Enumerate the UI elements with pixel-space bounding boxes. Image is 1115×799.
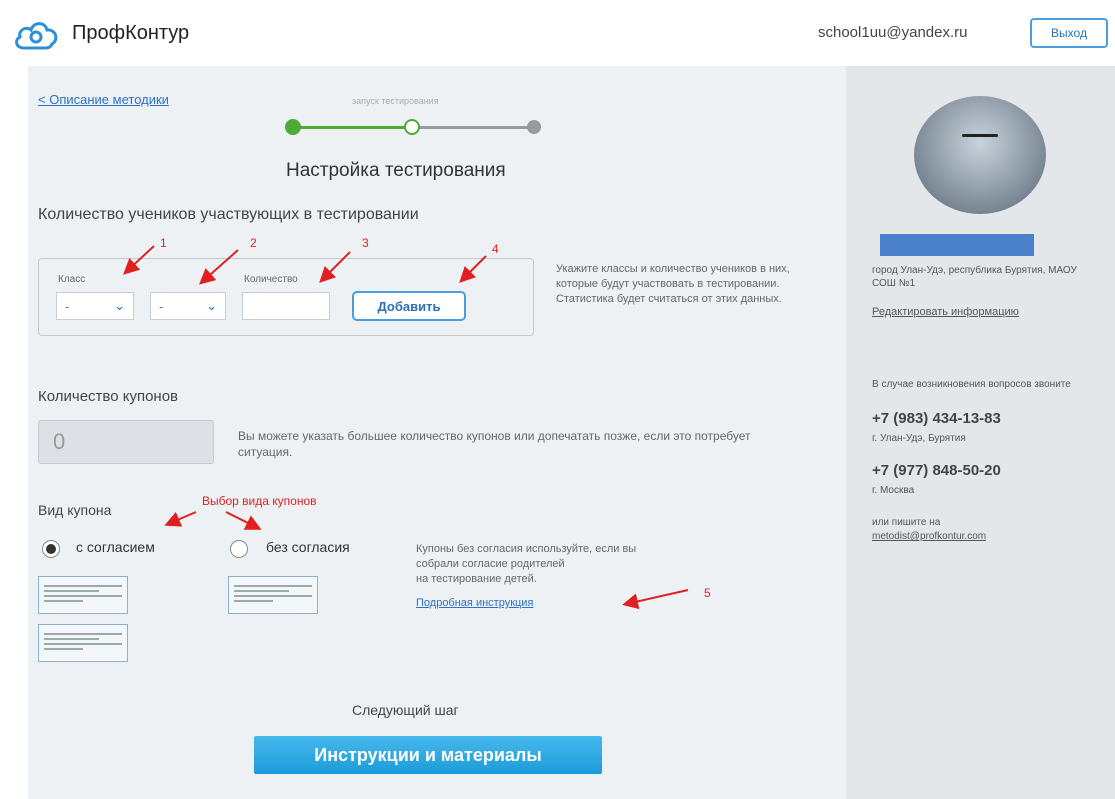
chevron-down-icon: ⌄ [114,298,125,313]
back-link[interactable]: < Описание методики [38,92,169,107]
user-email: school1uu@yandex.ru [818,24,968,41]
students-hint: Укажите классы и количество учеников в н… [556,263,790,305]
class-label: Класс [58,274,86,285]
quantity-input[interactable] [242,292,330,320]
annotation-number-3: 3 [362,236,369,250]
option-without-consent-label: без согласия [266,539,350,555]
next-step-button[interactable]: Инструкции и материалы [254,736,602,774]
phone-2: +7 (977) 848-50-20 [872,462,1001,479]
coupons-hint: Вы можете указать большее количество куп… [238,429,751,459]
phone-1-city: г. Улан-Удэ, Бурятия [872,433,966,444]
quantity-label: Количество [244,274,298,285]
consent-hint-line: на тестирование детей. [416,573,537,585]
logout-button[interactable]: Выход [1030,18,1108,48]
annotation-number-5: 5 [704,586,711,600]
avatar-face [958,132,1002,142]
stepper-line-done [292,126,412,129]
back-link-label: Описание методики [49,92,169,107]
step-2-current [404,119,420,135]
annotation-number-4: 4 [492,242,499,256]
chevron-down-icon: ⌄ [206,298,217,313]
consent-hint-line: собрали согласие родителей [416,558,565,570]
radio-without-consent[interactable] [230,540,248,558]
annotation-number-1: 1 [160,236,167,250]
consent-hint: Купоны без согласия используйте, если вы… [416,542,636,587]
coupon-type-title: Вид купона [38,502,112,518]
stepper-label: запуск тестирования [352,96,439,106]
school-location: город Улан-Удэ, республика Бурятия, МАОУ… [872,265,1077,289]
redacted-name [880,234,1034,256]
contact-note: В случае возникновения вопросов звоните [872,379,1071,390]
stepper-line-todo [412,126,534,129]
logo-text: ПрофКонтур [72,22,190,44]
option-with-consent-label: с согласием [76,539,155,555]
cloud-logo-icon [15,22,58,50]
write-note: или пишите на [872,517,941,528]
phone-2-city: г. Москва [872,485,915,496]
page-title: Настройка тестирования [286,160,506,181]
class-number-select[interactable]: - ⌄ [56,292,134,320]
consent-hint-line: Купоны без согласия используйте, если вы [416,543,637,555]
step-3-pending [527,120,541,134]
students-section-title: Количество учеников участвующих в тестир… [38,206,419,223]
contact-email-link[interactable]: metodist@profkontur.com [872,530,986,543]
coupons-title: Количество купонов [38,388,179,405]
next-step-label: Следующий шаг [352,702,459,718]
coupon-with-consent-preview-1 [38,576,128,614]
class-number-value: - [65,298,70,314]
coupon-with-consent-preview-2 [38,624,128,662]
class-letter-value: - [159,298,164,314]
coupon-without-consent-preview [228,576,318,614]
class-letter-select[interactable]: - ⌄ [150,292,226,320]
annotation-number-2: 2 [250,236,257,250]
phone-1: +7 (983) 434-13-83 [872,410,1001,427]
edit-info-link[interactable]: Редактировать информацию [872,306,1019,319]
step-1-done [285,119,301,135]
coupons-count-input[interactable]: 0 [38,420,214,464]
avatar [914,96,1046,214]
annotation-coupon-type-note: Выбор вида купонов [202,494,317,508]
radio-with-consent[interactable] [42,540,60,558]
instruction-link[interactable]: Подробная инструкция [416,596,533,611]
add-button[interactable]: Добавить [352,291,466,321]
